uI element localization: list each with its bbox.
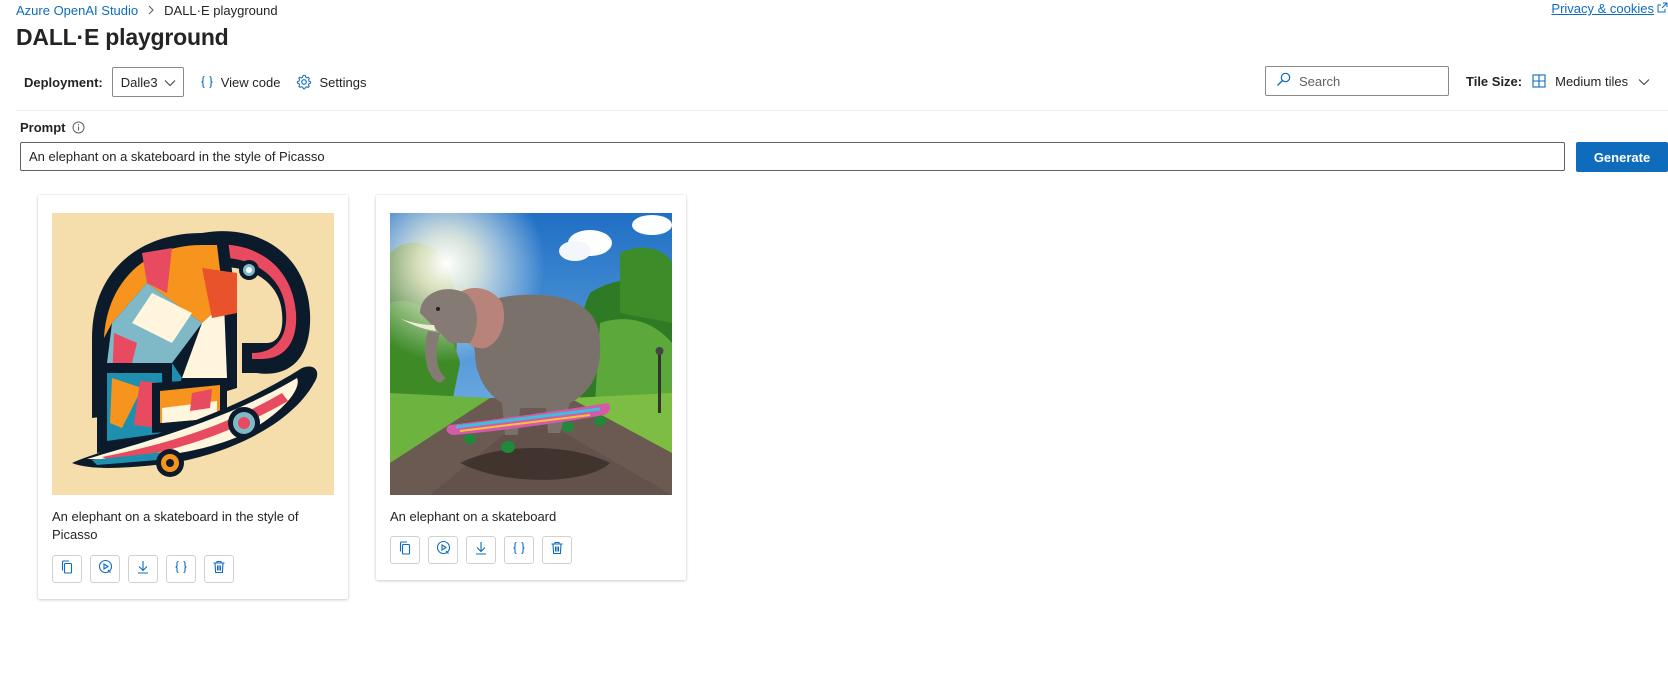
- breadcrumb-current: DALL·E playground: [164, 2, 278, 18]
- prompt-label-text: Prompt: [20, 120, 66, 135]
- privacy-link-label[interactable]: Privacy & cookies: [1551, 1, 1654, 16]
- delete-icon: [550, 541, 564, 560]
- tile-size-control: Tile Size: Medium tiles: [1466, 66, 1650, 96]
- view-code-button[interactable]: View code: [200, 74, 281, 90]
- tile-size-value: Medium tiles: [1555, 73, 1629, 89]
- image-actions: [52, 555, 234, 583]
- copy-icon: [60, 559, 74, 579]
- external-link-icon: [1657, 1, 1668, 16]
- chevron-down-icon: [164, 75, 176, 90]
- image-caption: An elephant on a skateboard: [390, 509, 557, 524]
- copy-icon: [398, 540, 412, 560]
- download-icon: [136, 560, 150, 579]
- edit-image-icon: [98, 559, 113, 579]
- image-actions: [390, 536, 572, 564]
- download-icon: [474, 541, 488, 560]
- deployment-dropdown[interactable]: Dalle3: [111, 67, 184, 97]
- delete-button[interactable]: [204, 555, 234, 583]
- settings-button[interactable]: Settings: [296, 74, 366, 90]
- delete-button[interactable]: [542, 536, 572, 564]
- download-button[interactable]: [466, 536, 496, 564]
- generated-image-picasso[interactable]: [52, 213, 334, 495]
- generated-image-elephant[interactable]: [390, 213, 672, 495]
- deployment-label: Deployment:: [24, 74, 103, 90]
- edit-image-button[interactable]: [90, 555, 120, 583]
- edit-image-icon: [436, 540, 451, 560]
- prompt-input[interactable]: An elephant on a skateboard in the style…: [20, 142, 1565, 171]
- code-braces-icon: [200, 75, 214, 89]
- breadcrumb: Azure OpenAI Studio DALL·E playground: [16, 1, 278, 19]
- prompt-input-value: An elephant on a skateboard in the style…: [29, 149, 325, 164]
- toolbar: Deployment: Dalle3 View code Settings: [24, 66, 366, 98]
- download-button[interactable]: [128, 555, 158, 583]
- code-braces-icon: [512, 541, 526, 560]
- view-code-image-button[interactable]: [166, 555, 196, 583]
- settings-label: Settings: [319, 74, 367, 90]
- image-card[interactable]: An elephant on a skateboard: [376, 195, 686, 580]
- view-code-image-button[interactable]: [504, 536, 534, 564]
- code-braces-icon: [174, 560, 188, 579]
- chevron-down-icon: [1638, 74, 1650, 89]
- view-code-label: View code: [220, 74, 281, 90]
- copy-button[interactable]: [52, 555, 82, 583]
- info-icon[interactable]: [72, 121, 85, 134]
- copy-button[interactable]: [390, 536, 420, 564]
- search-icon: [1276, 72, 1291, 90]
- image-card[interactable]: An elephant on a skateboard in the style…: [38, 195, 348, 599]
- image-caption: An elephant on a skateboard in the style…: [52, 509, 299, 542]
- gear-icon: [296, 74, 312, 90]
- tile-size-dropdown[interactable]: Medium tiles: [1532, 74, 1650, 89]
- page-title: DALL·E playground: [16, 24, 229, 50]
- search-input[interactable]: Search: [1265, 66, 1449, 96]
- edit-image-button[interactable]: [428, 536, 458, 564]
- delete-icon: [212, 560, 226, 579]
- toolbar-divider: [16, 110, 1668, 111]
- chevron-right-icon: [146, 5, 156, 15]
- breadcrumb-root-link[interactable]: Azure OpenAI Studio: [16, 3, 138, 18]
- grid-icon: [1532, 74, 1546, 88]
- tile-size-label: Tile Size:: [1466, 73, 1523, 89]
- deployment-value: Dalle3: [120, 74, 158, 90]
- prompt-label: Prompt: [20, 120, 85, 135]
- generate-button[interactable]: Generate: [1576, 142, 1668, 172]
- privacy-cookies-link[interactable]: Privacy & cookies: [1551, 1, 1668, 16]
- search-placeholder: Search: [1299, 73, 1341, 89]
